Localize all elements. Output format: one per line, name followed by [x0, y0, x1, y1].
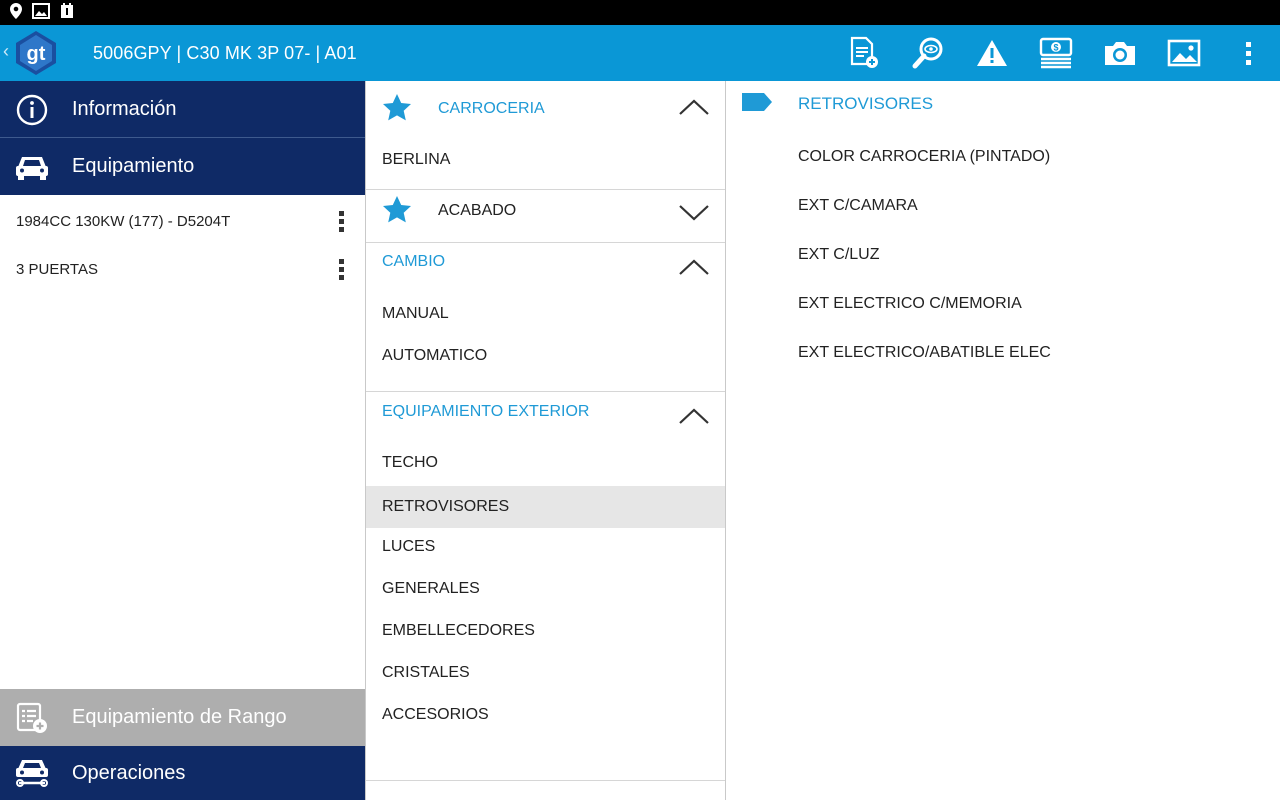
warning-button[interactable] — [960, 25, 1024, 81]
item-label: CRISTALES — [382, 664, 470, 681]
detail-panel: RETROVISORES COLOR CARROCERIA (PINTADO) … — [726, 81, 1280, 800]
category-panel: CARROCERIA BERLINA ACABADO CAMBIO MANUAL… — [366, 81, 725, 800]
camera-button[interactable] — [1088, 25, 1152, 81]
item-label: MANUAL — [382, 305, 449, 322]
section-header-cambio[interactable]: CAMBIO — [366, 243, 725, 295]
svg-text:$: $ — [1053, 43, 1058, 53]
star-icon[interactable] — [382, 93, 412, 123]
engine-row[interactable]: 1984CC 130KW (177) - D5204T — [0, 197, 365, 245]
item-label: AUTOMATICO — [382, 347, 488, 364]
car-repair-icon — [16, 760, 48, 787]
list-add-icon — [16, 702, 47, 733]
item-label: EMBELLECEDORES — [382, 622, 535, 639]
star-icon[interactable] — [382, 195, 412, 225]
row-menu-icon[interactable] — [339, 258, 345, 280]
divider — [366, 780, 725, 781]
section-header-exterior[interactable]: EQUIPAMIENTO EXTERIOR — [366, 392, 725, 444]
toolbar-actions: $ — [832, 25, 1280, 81]
section-header-acabado[interactable]: ACABADO — [366, 183, 725, 235]
search-button[interactable] — [896, 25, 960, 81]
nav-item-equipamiento[interactable]: Equipamiento — [0, 138, 365, 195]
chevron-up-icon[interactable] — [679, 408, 709, 424]
section-label-carroceria: CARROCERIA — [438, 100, 545, 117]
section-label-acabado: ACABADO — [438, 202, 517, 219]
detail-item[interactable]: EXT ELECTRICO/ABATIBLE ELEC — [798, 344, 1051, 362]
doors-row[interactable]: 3 PUERTAS — [0, 245, 365, 293]
detail-item[interactable]: EXT ELECTRICO C/MEMORIA — [798, 295, 1022, 313]
warning-icon — [977, 40, 1007, 66]
nav-label-informacion: Información — [72, 98, 177, 120]
vehicle-title: 5006GPY | C30 MK 3P 07- | A01 — [93, 43, 357, 63]
car-icon — [16, 156, 48, 180]
row-menu-icon[interactable] — [339, 210, 345, 232]
overflow-menu-button[interactable] — [1216, 25, 1280, 81]
item-label: TECHO — [382, 454, 438, 471]
list-item-manual[interactable]: MANUAL — [366, 293, 725, 335]
nav-label-equipamiento: Equipamiento — [72, 155, 195, 177]
chevron-up-icon[interactable] — [679, 259, 709, 275]
list-item-generales[interactable]: GENERALES — [366, 568, 725, 610]
camera-icon — [1105, 42, 1135, 65]
search-icon — [912, 37, 943, 69]
list-item-techo[interactable]: TECHO — [366, 442, 725, 484]
location-icon — [10, 3, 22, 19]
image-button[interactable] — [1152, 25, 1216, 81]
tag-icon — [742, 93, 772, 111]
doors-label: 3 PUERTAS — [16, 260, 98, 278]
back-chevron-icon[interactable]: ‹ — [3, 41, 9, 62]
status-bar: 56% 17:48 — [0, 0, 1280, 371]
chevron-up-icon[interactable] — [679, 99, 709, 115]
add-document-icon — [850, 36, 878, 68]
money-button[interactable]: $ — [1024, 25, 1088, 81]
money-icon: $ — [1039, 37, 1073, 69]
nav-item-equipamiento-rango[interactable]: Equipamiento de Rango — [0, 689, 365, 746]
left-panel: Información Equipamiento 1984CC 130KW (1… — [0, 81, 365, 800]
list-item-accesorios[interactable]: ACCESORIOS — [366, 694, 725, 736]
gallery-icon — [32, 3, 50, 19]
item-label: ACCESORIOS — [382, 706, 489, 723]
detail-item[interactable]: COLOR CARROCERIA (PINTADO) — [798, 148, 1050, 166]
svg-text:gt: gt — [27, 43, 46, 65]
section-label-cambio: CAMBIO — [382, 253, 446, 270]
add-document-button[interactable] — [832, 25, 896, 81]
nav-label-equipamiento-rango: Equipamiento de Rango — [72, 706, 287, 728]
list-item-automatico[interactable]: AUTOMATICO — [366, 335, 725, 377]
list-item-luces[interactable]: LUCES — [366, 526, 725, 568]
engine-label: 1984CC 130KW (177) - D5204T — [16, 212, 231, 230]
image-icon — [1167, 39, 1201, 67]
list-item-cristales[interactable]: CRISTALES — [366, 652, 725, 694]
list-item-embellecedores[interactable]: EMBELLECEDORES — [366, 610, 725, 652]
list-item-berlina[interactable]: BERLINA — [366, 139, 725, 181]
detail-item[interactable]: EXT C/LUZ — [798, 246, 880, 264]
app-bar: ‹ gt 5006GPY | C30 MK 3P 07- | A01 $ — [0, 25, 1280, 81]
info-icon — [16, 94, 48, 125]
item-label: RETROVISORES — [382, 498, 510, 515]
nav-item-informacion[interactable]: Información — [0, 81, 365, 138]
item-label: BERLINA — [382, 151, 451, 168]
section-header-carroceria[interactable]: CARROCERIA — [366, 81, 725, 133]
section-label-exterior: EQUIPAMIENTO EXTERIOR — [382, 403, 590, 420]
detail-title: RETROVISORES — [798, 94, 934, 113]
nav-item-operaciones[interactable]: Operaciones — [0, 746, 365, 800]
download-icon — [61, 3, 73, 18]
nav-label-operaciones: Operaciones — [72, 761, 186, 784]
item-label: LUCES — [382, 538, 436, 555]
chevron-down-icon[interactable] — [679, 205, 709, 221]
app-logo[interactable]: gt — [12, 29, 60, 77]
more-vert-icon — [1246, 42, 1251, 65]
detail-item[interactable]: EXT C/CAMARA — [798, 197, 918, 215]
item-label: GENERALES — [382, 580, 480, 597]
list-item-retrovisores[interactable]: RETROVISORES — [366, 486, 725, 528]
